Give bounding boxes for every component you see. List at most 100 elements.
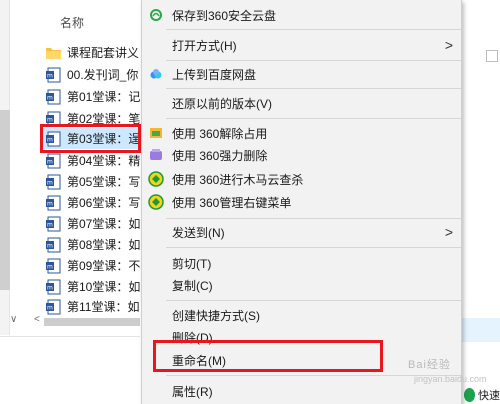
- svg-text:m: m: [47, 200, 53, 207]
- trojan-scan-360-icon: [148, 171, 164, 187]
- menu-item-copy[interactable]: 复制(C): [142, 274, 461, 296]
- file-name: 第10堂课：如: [67, 280, 140, 294]
- quick-access-icon: [464, 388, 475, 402]
- document-icon: m: [46, 174, 61, 189]
- right-pane-selection: [462, 318, 500, 342]
- file-row[interactable]: m 第10堂课：如: [40, 276, 140, 297]
- menu-separator: [166, 29, 461, 30]
- file-name: 第05堂课：写: [67, 175, 140, 189]
- force-delete-360-icon: [148, 147, 164, 163]
- svg-text:m: m: [47, 221, 53, 228]
- file-row[interactable]: m 第04堂课：精: [40, 150, 140, 171]
- menu-item-label: 打开方式(H): [172, 38, 237, 53]
- svg-text:m: m: [47, 158, 53, 165]
- svg-text:m: m: [47, 263, 53, 270]
- file-name: 第09堂课：不: [67, 259, 140, 273]
- annotation-highlight-selected-file: [40, 124, 141, 153]
- menu-item-label: 上传到百度网盘: [172, 67, 257, 82]
- annotation-highlight-rename: [153, 340, 383, 372]
- navigation-pane-shade: [0, 110, 10, 290]
- folder-icon: [46, 47, 61, 59]
- svg-text:m: m: [47, 284, 53, 291]
- navigation-pane[interactable]: [0, 0, 10, 335]
- file-row[interactable]: m 第05堂课：写: [40, 171, 140, 192]
- quick-access-item[interactable]: 快速: [462, 386, 500, 404]
- menu-item-label: 使用 360进行木马云查杀: [172, 172, 304, 187]
- menu-item-label: 创建快捷方式(S): [172, 308, 260, 323]
- submenu-arrow-icon: >: [444, 37, 453, 53]
- file-name: 第08堂课：如: [67, 238, 140, 252]
- file-name: 课程配套讲义: [67, 46, 140, 60]
- file-name: 00.发刊词_你: [67, 68, 139, 82]
- menu-item-360-force-delete[interactable]: 使用 360强力删除: [142, 144, 461, 166]
- select-all-checkbox[interactable]: [486, 50, 498, 62]
- menu-separator: [166, 118, 461, 119]
- horizontal-scrollbar-thumb[interactable]: [44, 318, 140, 326]
- document-icon: m: [46, 279, 61, 294]
- menu-separator: [166, 218, 461, 219]
- menu-item-upload-baidu-netdisk[interactable]: 上传到百度网盘: [142, 63, 461, 85]
- file-name: 第04堂课：精: [67, 154, 140, 168]
- menu-item-label: 使用 360管理右键菜单: [172, 195, 292, 210]
- menu-separator: [166, 88, 461, 89]
- menu-item-label: 属性(R): [172, 384, 213, 399]
- watermark-text: Bai经验: [408, 359, 451, 371]
- svg-text:m: m: [47, 179, 53, 186]
- file-name: 第01堂课：记: [67, 90, 140, 104]
- menu-item-cut[interactable]: 剪切(T): [142, 252, 461, 274]
- menu-item-label: 保存到360安全云盘: [172, 8, 277, 23]
- svg-text:m: m: [47, 72, 53, 79]
- svg-text:m: m: [47, 94, 53, 101]
- watermark-url: jingyan.baidu.com: [414, 374, 487, 384]
- scroll-down-button[interactable]: ∨: [10, 314, 17, 325]
- file-row[interactable]: m 第09堂课：不: [40, 255, 140, 276]
- file-row[interactable]: m 00.发刊词_你: [40, 64, 140, 85]
- menu-manager-360-icon: [148, 194, 164, 210]
- menu-item-create-shortcut[interactable]: 创建快捷方式(S): [142, 304, 461, 326]
- svg-text:m: m: [47, 116, 53, 123]
- menu-item-label: 使用 360强力删除: [172, 148, 268, 163]
- menu-item-label: 复制(C): [172, 278, 213, 293]
- document-icon: m: [46, 299, 61, 314]
- document-icon: m: [46, 237, 61, 252]
- menu-item-360-trojan-scan[interactable]: 使用 360进行木马云查杀: [142, 168, 461, 190]
- menu-item-360-menu-manager[interactable]: 使用 360管理右键菜单: [142, 191, 461, 213]
- menu-item-restore-previous-versions[interactable]: 还原以前的版本(V): [142, 92, 461, 114]
- file-row[interactable]: m 第06堂课：写: [40, 192, 140, 213]
- file-name: 第11堂课：如: [67, 300, 140, 314]
- document-icon: m: [46, 258, 61, 273]
- file-name: 第06堂课：写: [67, 196, 140, 210]
- quick-access-label: 快速: [478, 390, 500, 402]
- scroll-left-button[interactable]: <: [34, 314, 40, 325]
- document-icon: m: [46, 153, 61, 168]
- menu-item-360-unlock[interactable]: 使用 360解除占用: [142, 122, 461, 144]
- svg-text:m: m: [47, 242, 53, 249]
- menu-separator: [166, 247, 461, 248]
- column-header-name[interactable]: 名称: [60, 14, 84, 31]
- document-icon: m: [46, 216, 61, 231]
- document-icon: m: [46, 89, 61, 104]
- menu-item-send-to[interactable]: 发送到(N) >: [142, 221, 461, 243]
- file-row[interactable]: m 第01堂课：记: [40, 86, 140, 107]
- document-icon: m: [46, 67, 61, 82]
- menu-item-label: 还原以前的版本(V): [172, 96, 272, 111]
- file-row[interactable]: 课程配套讲义: [40, 42, 140, 63]
- submenu-arrow-icon: >: [444, 224, 453, 240]
- file-row[interactable]: m 第08堂课：如: [40, 234, 140, 255]
- menu-item-label: 剪切(T): [172, 256, 212, 271]
- file-row[interactable]: m 第11堂课：如: [40, 296, 140, 317]
- baidu-netdisk-icon: [148, 66, 164, 82]
- file-row[interactable]: m 第07堂课：如: [40, 213, 140, 234]
- menu-separator: [166, 300, 461, 301]
- cloud-360-icon: [148, 7, 164, 23]
- menu-item-label: 发送到(N): [172, 225, 225, 240]
- menu-item-save-to-360-cloud[interactable]: 保存到360安全云盘: [142, 4, 461, 26]
- menu-item-label: 使用 360解除占用: [172, 126, 268, 141]
- unlock-360-icon: [148, 125, 164, 141]
- document-icon: m: [46, 195, 61, 210]
- menu-item-open-with[interactable]: 打开方式(H) >: [142, 34, 461, 56]
- svg-text:m: m: [47, 304, 53, 311]
- menu-separator: [166, 60, 461, 61]
- file-name: 第07堂课：如: [67, 217, 140, 231]
- explorer-status-area: [0, 336, 140, 404]
